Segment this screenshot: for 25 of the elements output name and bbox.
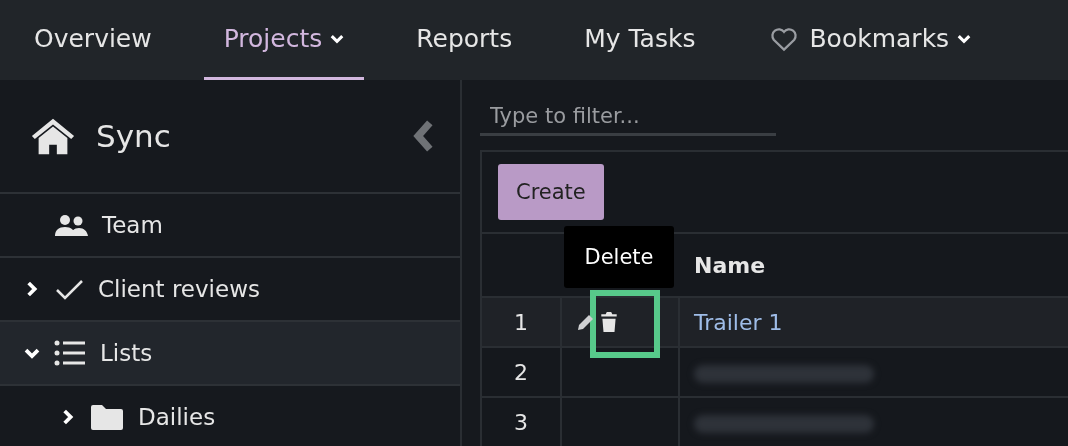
project-title: Sync [96, 118, 172, 154]
row-number: 3 [513, 409, 529, 435]
highlight-frame [590, 290, 660, 358]
tooltip: Delete [564, 226, 674, 288]
nav-tab[interactable]: Projects [203, 0, 365, 80]
nav-tab[interactable]: Bookmarks [747, 0, 992, 80]
project-link[interactable]: Trailer 1 [680, 309, 783, 335]
sidebar-item[interactable]: Dailies [0, 386, 460, 446]
row-number: 2 [513, 359, 529, 385]
sidebar-item[interactable]: Lists [0, 322, 460, 386]
checkmark-icon [54, 278, 84, 300]
trash-icon[interactable] [600, 311, 618, 333]
pencil-icon[interactable] [576, 312, 596, 332]
nav-tab[interactable]: My Tasks [564, 0, 716, 80]
filter-input[interactable]: Type to filter... [480, 98, 776, 136]
list-icon [54, 340, 86, 366]
people-icon [54, 214, 88, 236]
sidebar-item[interactable]: Team [0, 194, 460, 258]
folder-icon [90, 404, 124, 430]
nav-tab[interactable]: Reports [396, 0, 533, 80]
column-header[interactable]: Name [680, 252, 766, 278]
create-button[interactable]: Create [498, 164, 604, 220]
row-number: 1 [513, 309, 529, 335]
home-icon [30, 116, 76, 156]
nav-tab[interactable]: Overview [14, 0, 172, 80]
